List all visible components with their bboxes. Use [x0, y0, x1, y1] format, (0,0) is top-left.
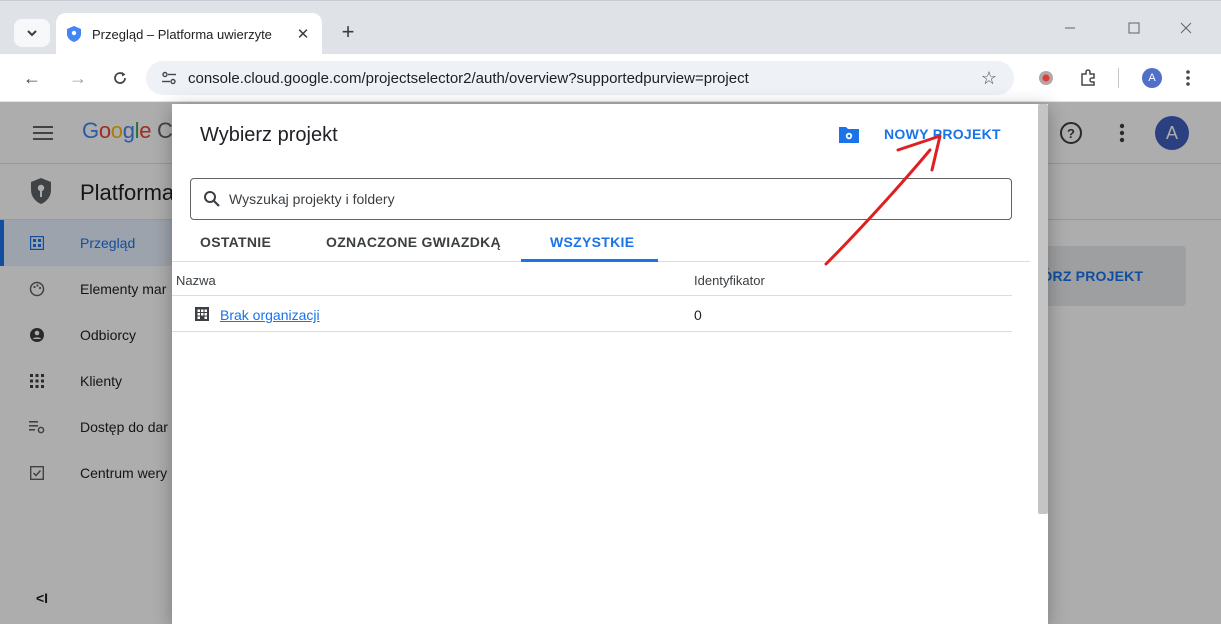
table-header: Nazwa Identyfikator — [172, 262, 1012, 296]
shield-favicon-icon — [66, 26, 82, 42]
manage-folder-icon[interactable] — [838, 124, 860, 144]
browser-menu-icon[interactable] — [1176, 66, 1200, 90]
column-header-id[interactable]: Identyfikator — [694, 273, 765, 288]
dialog-title: Wybierz projekt — [200, 124, 338, 146]
tab-title: Przegląd – Platforma uwierzyte — [92, 26, 272, 42]
search-icon — [204, 191, 220, 207]
org-name-link[interactable]: Brak organizacji — [220, 307, 320, 323]
tab-search-button[interactable] — [14, 19, 50, 47]
organization-icon — [195, 307, 209, 321]
dialog-tabs: OSTATNIE OZNACZONE GWIAZDKĄ WSZYSTKIE — [172, 228, 1030, 262]
browser-tabstrip: Przegląd – Platforma uwierzyte ✕ + — [0, 0, 1221, 55]
org-id: 0 — [694, 307, 702, 323]
table-row[interactable]: Brak organizacji 0 — [172, 296, 1012, 332]
minimize-icon[interactable] — [1050, 15, 1090, 41]
profile-button[interactable]: A — [1140, 66, 1164, 90]
browser-tab-active[interactable]: Przegląd – Platforma uwierzyte ✕ — [56, 13, 322, 55]
maximize-icon[interactable] — [1114, 15, 1154, 41]
site-settings-icon[interactable] — [152, 61, 186, 95]
window-close-icon[interactable] — [1166, 15, 1206, 41]
chevron-down-icon — [27, 30, 37, 37]
toolbar-divider — [1118, 68, 1119, 88]
column-header-name[interactable]: Nazwa — [176, 273, 216, 288]
tab-wszystkie[interactable]: WSZYSTKIE — [550, 234, 634, 250]
tab-oznaczone-gwiazdka[interactable]: OZNACZONE GWIAZDKĄ — [326, 234, 501, 250]
tab-ostatnie[interactable]: OSTATNIE — [200, 234, 271, 250]
extension-badge-icon[interactable] — [1034, 66, 1058, 90]
bookmark-star-icon[interactable]: ☆ — [978, 67, 1000, 89]
browser-toolbar: ← → console.cloud.google.com/projectsele… — [0, 54, 1221, 102]
search-input[interactable] — [229, 191, 989, 207]
extensions-puzzle-icon[interactable] — [1076, 66, 1100, 90]
url-text: console.cloud.google.com/projectselector… — [188, 69, 749, 87]
project-selector-dialog: Wybierz projekt NOWY PROJEKT OSTATNIE OZ… — [172, 104, 1048, 624]
tab-close-icon[interactable]: ✕ — [294, 25, 312, 43]
back-arrow-icon[interactable]: ← — [18, 64, 46, 92]
project-search-box[interactable] — [190, 178, 1012, 220]
forward-arrow-icon[interactable]: → — [64, 64, 92, 92]
new-project-button[interactable]: NOWY PROJEKT — [884, 126, 1001, 142]
reload-icon[interactable] — [106, 64, 134, 92]
address-bar[interactable]: console.cloud.google.com/projectselector… — [146, 61, 1014, 95]
page-scrollbar[interactable] — [1038, 104, 1048, 514]
profile-avatar: A — [1142, 68, 1162, 88]
new-tab-button[interactable]: + — [334, 18, 362, 46]
